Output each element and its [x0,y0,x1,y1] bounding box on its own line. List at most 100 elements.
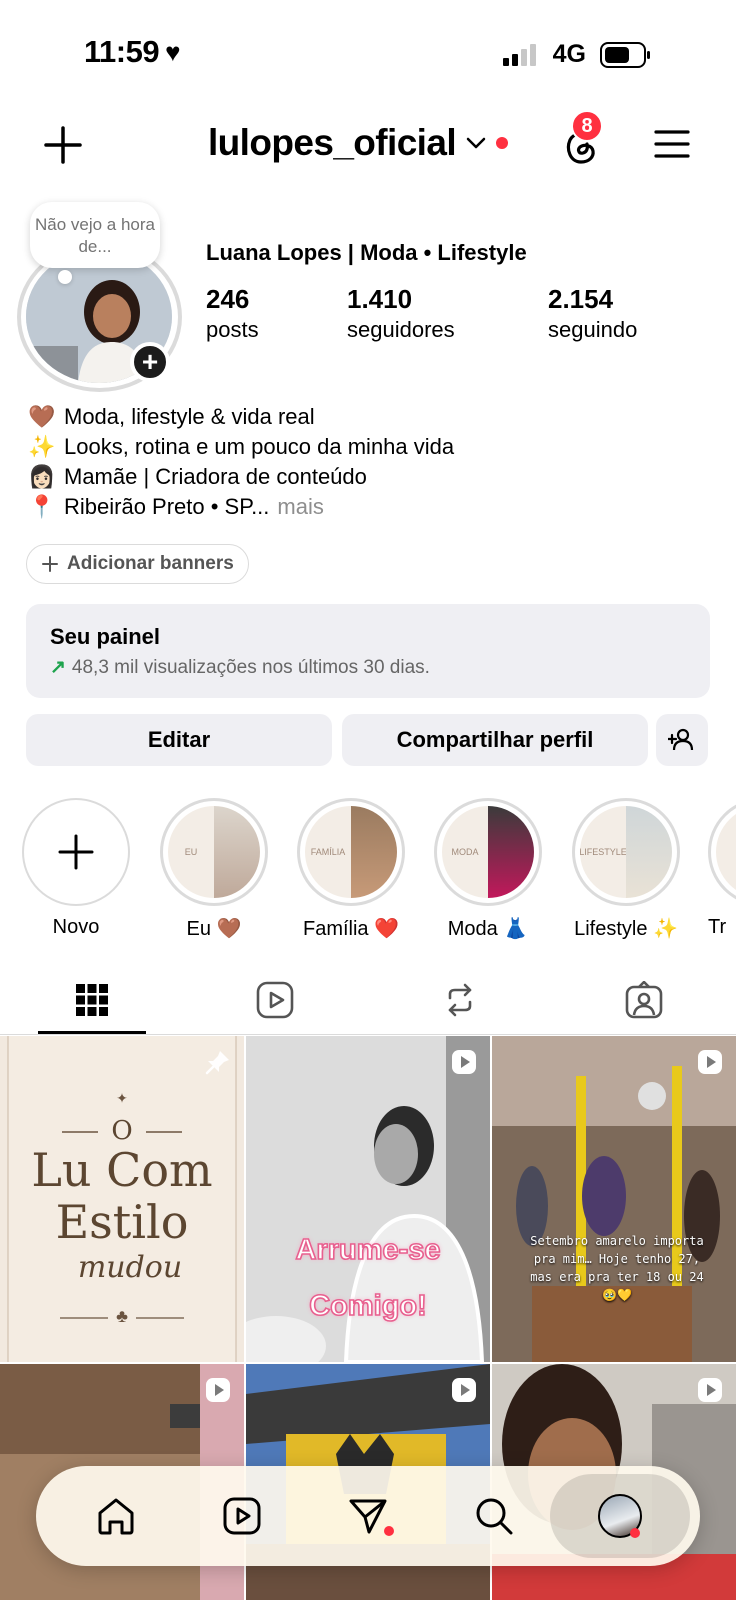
tab-tagged[interactable] [620,976,668,1024]
unread-dot [496,137,509,149]
heart-icon: ♥ [165,36,181,67]
nav-reels[interactable] [218,1492,266,1540]
status-time: 11:59 ♥ [84,34,181,69]
post-title-script: mudou [77,1250,183,1285]
highlight-photo [214,806,260,898]
unread-dot [630,1528,640,1538]
post-title-main: Lu Com [31,1143,213,1197]
tab-grid[interactable] [68,976,116,1024]
stat-value: 1.410 [347,284,413,314]
bio-line: ✨ Looks, rotina e um pouco da minha vida [28,432,454,462]
bio-line: 👩🏻 Mamãe | Criadora de conteúdo [28,462,454,492]
post-tile[interactable]: Arrume-se Comigo! [246,1036,490,1362]
edit-profile-label: Editar [147,727,211,752]
sparkles-emoji-icon: ✨ [28,434,56,459]
post-tile[interactable]: Setembro amarelo importa pra mim… Hoje t… [492,1036,736,1362]
bio-line: 📍 Ribeirão Preto • SP... mais [28,492,454,522]
grid-icon [76,984,108,1016]
post-title-main: Estilo [55,1195,189,1249]
highlight-ring [708,798,736,906]
note-text: Não vejo a hora de... [34,215,156,256]
highlight-photo [351,806,397,898]
stat-value: 2.154 [548,284,614,314]
professional-dashboard[interactable]: Seu painel ↗ 48,3 mil visualizações nos … [26,604,710,698]
repost-icon [448,983,472,1017]
pin-icon [205,1051,229,1075]
discover-people-button[interactable] [656,714,708,766]
add-banners-button[interactable]: Adicionar banners [26,544,249,584]
tab-reels[interactable] [251,976,299,1024]
unread-dot [384,1526,394,1536]
nav-home[interactable] [92,1492,140,1540]
post-photo [492,1036,736,1362]
highlight-eu[interactable]: EU Eu 🤎 [160,798,268,941]
network-label: 4G [552,40,586,68]
highlight-moda[interactable]: MODA Moda 👗 [434,798,542,941]
bio-text: Moda, lifestyle & vida real [64,404,315,429]
dashboard-subtitle: ↗ 48,3 mil visualizações nos últimos 30 … [50,656,686,679]
reel-indicator-icon [698,1050,722,1074]
create-plus-icon[interactable] [42,124,84,166]
plus-icon [58,834,94,870]
highlight-photo [626,806,672,898]
reel-indicator-icon [452,1050,476,1074]
reel-indicator-icon [452,1378,476,1402]
tagged-icon [625,981,663,1019]
highlight-ring: MODA [434,798,542,906]
heart-emoji-icon: 🤎 [28,404,56,429]
bio-text: Ribeirão Preto • SP... [64,494,270,519]
divider [0,1034,736,1035]
highlight-cover-tag: MODA [442,806,488,898]
battery-icon [600,41,650,68]
stat-posts[interactable]: 246 posts [206,284,259,343]
post-overlay-text: Comigo! [308,1289,427,1323]
account-switcher[interactable]: lulopes_oficial [208,122,509,164]
add-person-icon [668,728,694,751]
bio-line: 🤎 Moda, lifestyle & vida real [28,402,454,432]
stat-label: seguindo [548,317,638,342]
menu-icon[interactable] [652,124,692,164]
highlight-cover: MODA [442,806,534,898]
post-overlay-text: Setembro amarelo importa pra mim… Hoje t… [530,1234,704,1302]
highlight-new[interactable]: Novo [22,798,130,939]
highlight-ring: FAMÍLIA [297,798,405,906]
highlight-ring [22,798,130,906]
highlight-ring: EU [160,798,268,906]
highlight-lifestyle[interactable]: LIFESTYLE Lifestyle ✨ [572,798,680,941]
note-bubble[interactable]: Não vejo a hora de... [30,202,160,268]
stat-followers[interactable]: 1.410 seguidores [347,284,455,343]
highlight-label: Tr [708,916,727,938]
add-story-button[interactable]: + [130,342,170,382]
highlight-label: Novo [52,916,100,938]
tab-reposts[interactable] [436,976,484,1024]
highlight-familia[interactable]: FAMÍLIA Família ❤️ [297,798,405,941]
clover-icon: ♣ [116,1306,128,1326]
edit-profile-button[interactable]: Editar [26,714,332,766]
username: lulopes_oficial [208,122,457,163]
sparkle-icon: ✦ [116,1090,128,1106]
highlight-label: Eu 🤎 [186,918,242,940]
bio-text: Mamãe | Criadora de conteúdo [64,464,367,489]
post-tile[interactable]: ✦ O Lu Com Estilo mudou ♣ [0,1036,244,1362]
bio: 🤎 Moda, lifestyle & vida real ✨ Looks, r… [28,402,454,522]
woman-emoji-icon: 👩🏻 [28,464,56,489]
highlight-cover-tag: LIFESTYLE [580,806,627,898]
share-profile-button[interactable]: Compartilhar perfil [342,714,648,766]
send-icon [349,1499,387,1534]
highlight-partial[interactable]: Tr [708,798,736,939]
bio-more-link[interactable]: mais [277,492,323,522]
nav-profile[interactable] [596,1492,644,1540]
dashboard-title: Seu painel [50,624,161,649]
chevron-down-icon [466,137,486,149]
share-profile-label: Compartilhar perfil [396,727,594,752]
highlight-cover-tag: FAMÍLIA [305,806,351,898]
nav-search[interactable] [470,1492,518,1540]
highlight-cover [716,806,736,898]
bio-text: Looks, rotina e um pouco da minha vida [64,434,455,459]
note-bubble-tail [58,270,72,284]
reels-icon [223,1497,261,1535]
nav-messages[interactable] [344,1492,394,1540]
stat-following[interactable]: 2.154 seguindo [548,284,637,343]
highlight-cover: EU [168,806,260,898]
signal-icon [502,43,536,66]
